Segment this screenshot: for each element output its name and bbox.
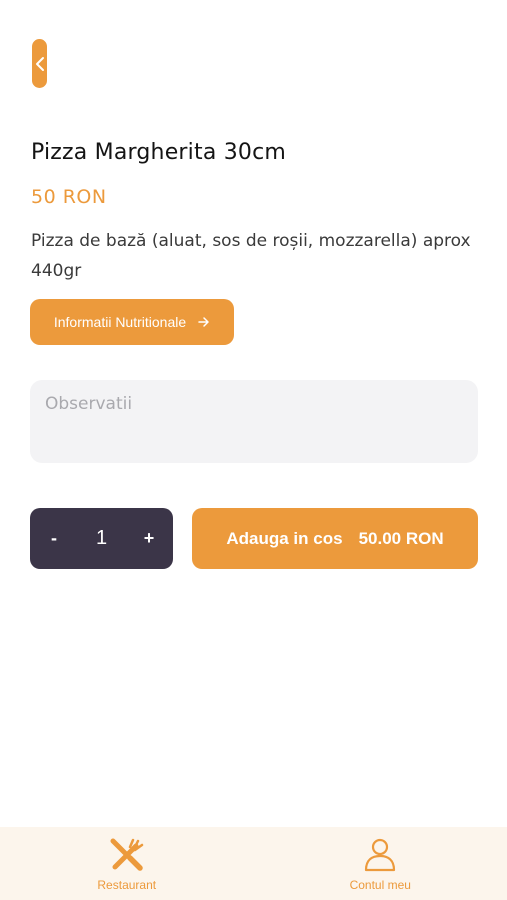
arrow-right-icon: [198, 317, 209, 327]
tab-restaurant-label: Restaurant: [97, 878, 157, 892]
bottom-tab-bar: Restaurant Contul meu: [0, 827, 507, 900]
tab-account-label: Contul meu: [349, 878, 411, 892]
tab-restaurant[interactable]: Restaurant: [0, 827, 254, 900]
increment-button[interactable]: +: [143, 528, 155, 549]
user-icon: [365, 838, 396, 872]
add-to-cart-total: 50.00 RON: [358, 528, 444, 548]
product-title: Pizza Margherita 30cm: [31, 140, 287, 165]
add-to-cart-label: Adauga in cos: [226, 528, 343, 548]
nutrition-info-label: Informatii Nutritionale: [53, 314, 187, 330]
quantity-value: 1: [95, 527, 108, 549]
product-price: 50 RON: [31, 186, 107, 208]
fork-knife-icon: [110, 838, 143, 871]
nutrition-info-button[interactable]: Informatii Nutritionale: [30, 299, 234, 345]
add-to-cart-button[interactable]: Adauga in cos 50.00 RON: [192, 508, 478, 569]
product-detail-screen: Pizza Margherita 30cm 50 RON Pizza de ba…: [0, 0, 507, 900]
product-description: Pizza de bază (aluat, sos de roșii, mozz…: [31, 231, 471, 281]
quantity-stepper: - 1 +: [30, 508, 173, 569]
notes-input[interactable]: [30, 380, 478, 463]
tab-account[interactable]: Contul meu: [254, 827, 507, 900]
decrement-button[interactable]: -: [48, 528, 60, 549]
chevron-left-icon: [35, 56, 44, 71]
back-button[interactable]: [32, 39, 47, 88]
